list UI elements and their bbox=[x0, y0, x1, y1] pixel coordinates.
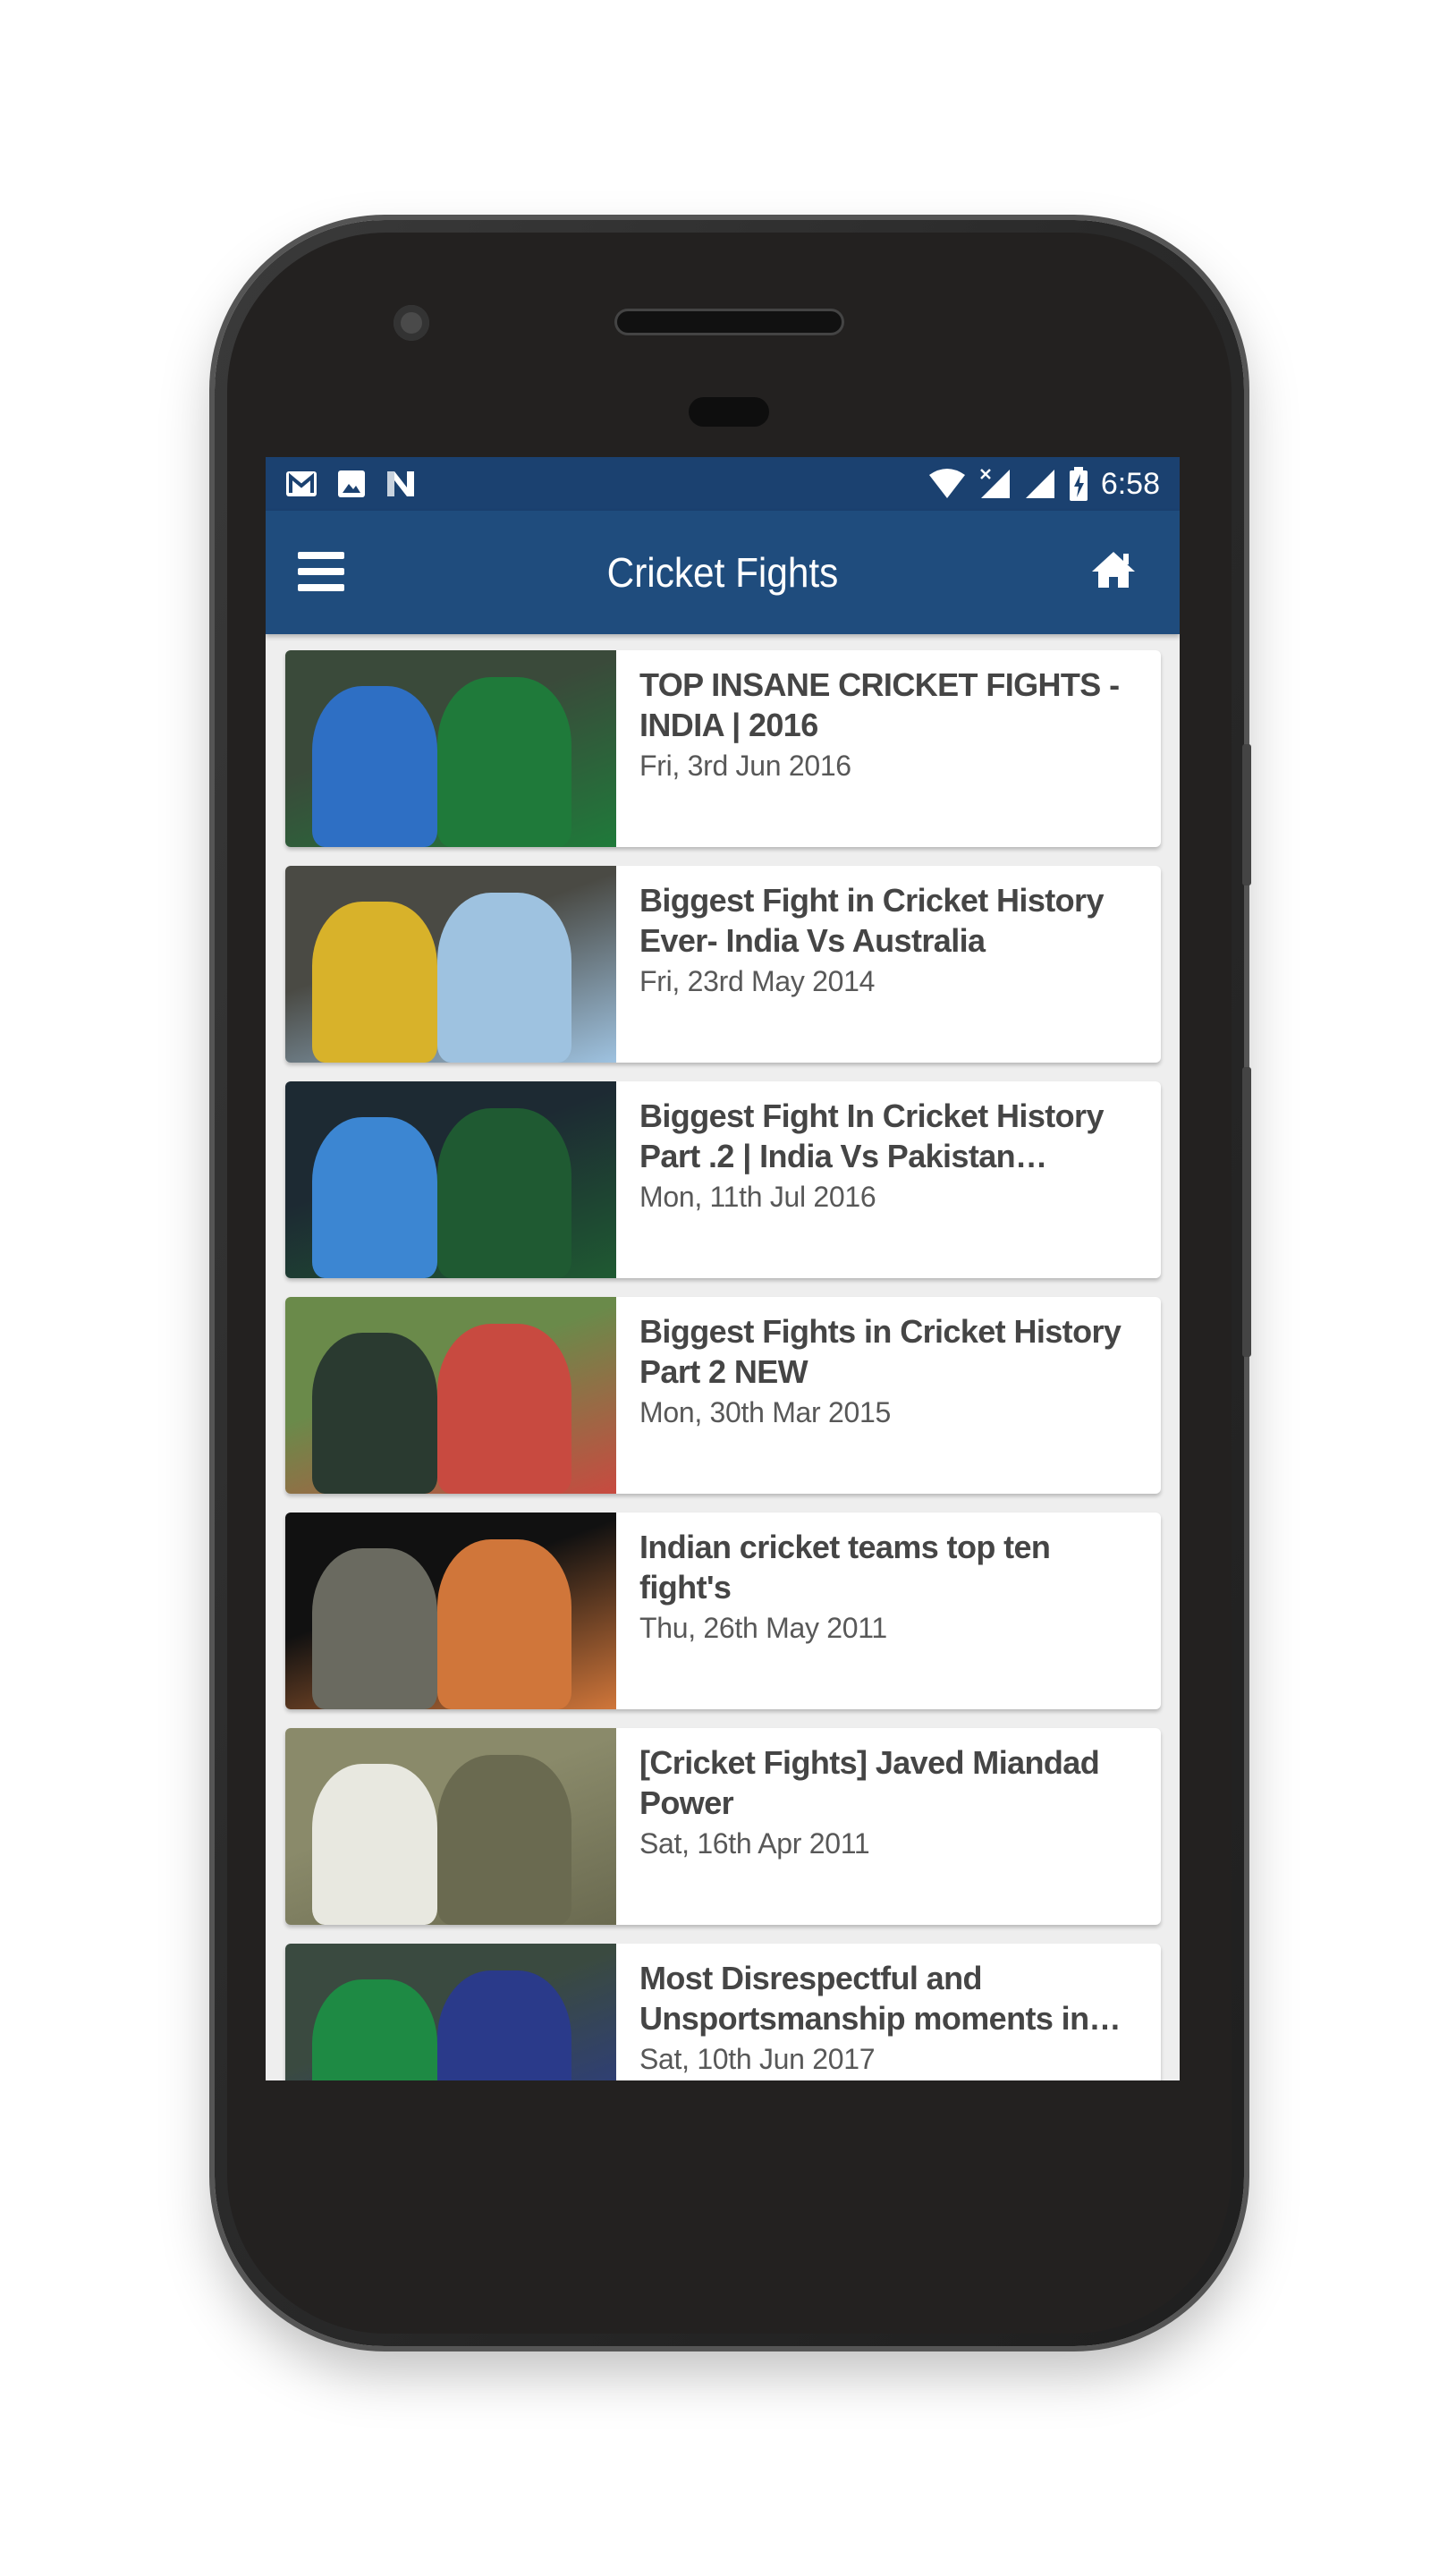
proximity-sensor bbox=[689, 397, 769, 427]
video-date: Fri, 23rd May 2014 bbox=[639, 965, 876, 997]
video-thumbnail[interactable] bbox=[285, 1944, 616, 2080]
video-list-item[interactable]: Biggest Fights in Cricket History Part 2… bbox=[285, 1297, 1161, 1494]
video-title[interactable]: Indian cricket teams top ten fight's bbox=[639, 1527, 1141, 1607]
video-title[interactable]: Biggest Fight In Cricket History Part .2… bbox=[639, 1096, 1141, 1176]
status-time: 6:58 bbox=[1100, 466, 1160, 501]
video-list-item[interactable]: Indian cricket teams top ten fight's Thu,… bbox=[285, 1513, 1161, 1709]
image-icon bbox=[338, 470, 365, 497]
cell-signal-icon bbox=[1025, 470, 1054, 498]
volume-button bbox=[1242, 1067, 1251, 1357]
video-thumbnail[interactable] bbox=[285, 866, 616, 1063]
video-date: Thu, 26th May 2011 bbox=[639, 1612, 887, 1644]
app-toolbar: Cricket Fights bbox=[266, 511, 1180, 634]
video-thumbnail[interactable] bbox=[285, 1728, 616, 1925]
video-list-item[interactable]: Biggest Fight in Cricket History Ever- I… bbox=[285, 866, 1161, 1063]
video-date: Mon, 11th Jul 2016 bbox=[639, 1181, 876, 1213]
front-camera bbox=[394, 305, 429, 341]
cell-signal-no-data-icon bbox=[979, 469, 1010, 498]
video-list-item[interactable]: [Cricket Fights] Javed Miandad Power Sat,… bbox=[285, 1728, 1161, 1925]
video-thumbnail[interactable] bbox=[285, 1297, 616, 1494]
video-list-item[interactable]: Most Disrespectful and Unsportsmanship m… bbox=[285, 1944, 1161, 2080]
video-list-item[interactable]: Biggest Fight In Cricket History Part .2… bbox=[285, 1081, 1161, 1278]
battery-charging-icon bbox=[1069, 467, 1088, 501]
video-thumbnail[interactable] bbox=[285, 1513, 616, 1709]
video-title[interactable]: TOP INSANE CRICKET FIGHTS - INDIA | 2016 bbox=[639, 665, 1141, 745]
earpiece-speaker bbox=[617, 311, 842, 333]
video-title[interactable]: Most Disrespectful and Unsportsmanship m… bbox=[639, 1958, 1141, 2038]
video-list-item[interactable]: TOP INSANE CRICKET FIGHTS - INDIA | 2016… bbox=[285, 650, 1161, 847]
power-button bbox=[1242, 744, 1251, 886]
home-icon[interactable] bbox=[1090, 550, 1137, 589]
video-date: Fri, 3rd Jun 2016 bbox=[639, 750, 851, 782]
video-list: TOP INSANE CRICKET FIGHTS - INDIA | 2016… bbox=[285, 650, 1161, 2080]
page-title: Cricket Fights bbox=[606, 549, 839, 596]
video-thumbnail[interactable] bbox=[285, 650, 616, 847]
status-bar: 6:58 bbox=[266, 457, 1180, 511]
wifi-icon bbox=[928, 469, 965, 498]
app-screen: 6:58 Cricket Fights TOP INSANE CRICKET F… bbox=[266, 457, 1180, 2080]
video-title[interactable]: Biggest Fights in Cricket History Part 2… bbox=[639, 1311, 1141, 1392]
video-date: Mon, 30th Mar 2015 bbox=[639, 1396, 891, 1428]
video-date: Sat, 10th Jun 2017 bbox=[639, 2043, 876, 2075]
n-notification-icon bbox=[387, 471, 414, 496]
video-thumbnail[interactable] bbox=[285, 1081, 616, 1278]
gmail-icon bbox=[286, 471, 317, 496]
video-date: Sat, 16th Apr 2011 bbox=[639, 1827, 870, 1860]
video-title[interactable]: [Cricket Fights] Javed Miandad Power bbox=[639, 1742, 1141, 1823]
video-title[interactable]: Biggest Fight in Cricket History Ever- I… bbox=[639, 880, 1141, 961]
